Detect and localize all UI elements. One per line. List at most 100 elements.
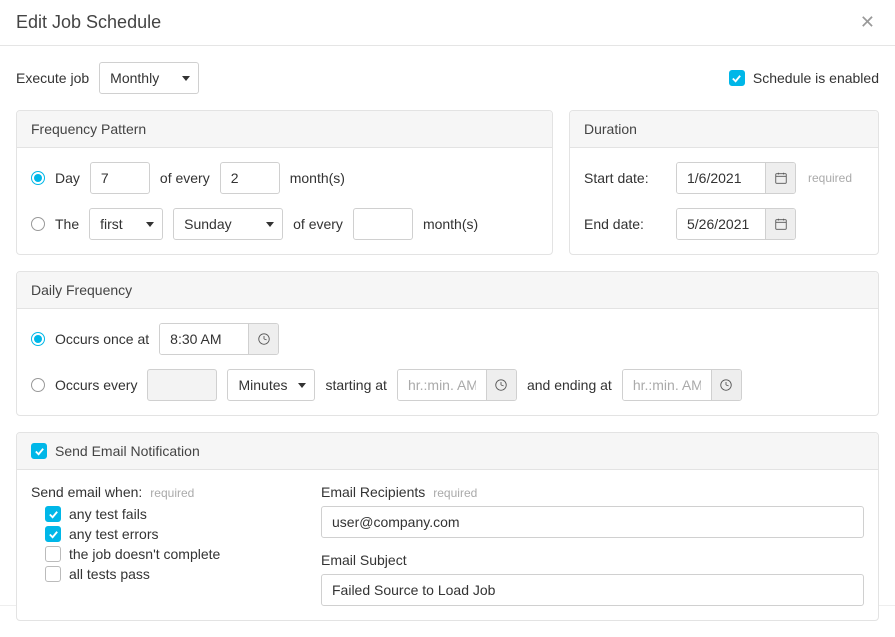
ending-at-input[interactable] [623, 370, 711, 400]
cond-incomplete-row[interactable]: the job doesn't complete [45, 546, 291, 562]
check-icon [48, 529, 59, 540]
dialog-header: Edit Job Schedule ✕ [0, 0, 895, 46]
cond-pass-row[interactable]: all tests pass [45, 566, 291, 582]
cond-pass-label: all tests pass [69, 566, 150, 582]
occurs-once-time-button[interactable] [248, 324, 278, 354]
months-suffix-1: month(s) [290, 170, 345, 186]
start-date-field[interactable] [676, 162, 796, 194]
calendar-icon [774, 217, 788, 231]
top-row: Execute job Monthly Schedule is enabled [16, 62, 879, 94]
daily-frequency-header: Daily Frequency [17, 272, 878, 309]
end-date-picker-button[interactable] [765, 209, 795, 239]
ending-at-button[interactable] [711, 370, 741, 400]
execute-job-select[interactable]: Monthly [99, 62, 199, 94]
end-date-field[interactable] [676, 208, 796, 240]
weekday-value: Sunday [184, 216, 231, 232]
execute-job-label: Execute job [16, 70, 89, 86]
email-fields: Email Recipients required Email Subject [321, 484, 864, 606]
frequency-every-months-input[interactable] [220, 162, 280, 194]
starting-at-button[interactable] [486, 370, 516, 400]
cond-fails-row[interactable]: any test fails [45, 506, 291, 522]
starting-at-field[interactable] [397, 369, 517, 401]
start-date-input[interactable] [677, 163, 765, 193]
subject-input[interactable] [321, 574, 864, 606]
occurs-every-unit-select[interactable]: Minutes [227, 369, 315, 401]
schedule-enabled-toggle[interactable]: Schedule is enabled [729, 70, 879, 86]
subject-label: Email Subject [321, 552, 407, 568]
starting-at-input[interactable] [398, 370, 486, 400]
recipients-label: Email Recipients [321, 484, 425, 500]
clock-icon [257, 332, 271, 346]
ending-at-field[interactable] [622, 369, 742, 401]
chevron-down-icon [182, 76, 190, 81]
frequency-pattern-header: Frequency Pattern [17, 111, 552, 148]
cond-errors-row[interactable]: any test errors [45, 526, 291, 542]
clock-icon [719, 378, 733, 392]
chevron-down-icon [266, 222, 274, 227]
close-icon: ✕ [860, 12, 875, 32]
send-email-when-label: Send email when: [31, 484, 142, 500]
cond-fails-checkbox[interactable] [45, 506, 61, 522]
email-conditions: Send email when: required any test fails [31, 484, 291, 606]
frequency-pattern-panel: Frequency Pattern Day of every month(s) … [16, 110, 553, 255]
execute-job-value: Monthly [110, 70, 159, 86]
frequency-day-radio[interactable] [31, 171, 45, 185]
ending-at-label: and ending at [527, 377, 612, 393]
frequency-the-label: The [55, 216, 79, 232]
duration-panel: Duration Start date: [569, 110, 879, 255]
check-icon [48, 509, 59, 520]
check-icon [34, 446, 45, 457]
frequency-the-every-input[interactable] [353, 208, 413, 240]
occurs-once-time-input[interactable] [160, 324, 248, 354]
cond-errors-checkbox[interactable] [45, 526, 61, 542]
cond-pass-checkbox[interactable] [45, 566, 61, 582]
occurs-every-label: Occurs every [55, 377, 137, 393]
chevron-down-icon [298, 383, 306, 388]
of-every-label-1: of every [160, 170, 210, 186]
frequency-duration-row: Frequency Pattern Day of every month(s) … [16, 110, 879, 255]
weekday-select[interactable]: Sunday [173, 208, 283, 240]
email-notification-title: Send Email Notification [55, 443, 200, 459]
start-date-label: Start date: [584, 170, 664, 186]
frequency-day-label: Day [55, 170, 80, 186]
occurs-once-label: Occurs once at [55, 331, 149, 347]
recipients-input[interactable] [321, 506, 864, 538]
occurs-every-value-input[interactable] [147, 369, 217, 401]
close-button[interactable]: ✕ [856, 12, 879, 33]
occurs-every-radio[interactable] [31, 378, 45, 392]
end-date-label: End date: [584, 216, 664, 232]
schedule-enabled-label: Schedule is enabled [753, 70, 879, 86]
check-icon [731, 73, 742, 84]
occurs-once-radio[interactable] [31, 332, 45, 346]
schedule-enabled-checkbox[interactable] [729, 70, 745, 86]
end-date-input[interactable] [677, 209, 765, 239]
start-date-required: required [808, 171, 852, 185]
cond-errors-label: any test errors [69, 526, 158, 542]
cond-incomplete-checkbox[interactable] [45, 546, 61, 562]
conditions-required: required [150, 486, 194, 500]
ordinal-value: first [100, 216, 123, 232]
occurs-every-unit-value: Minutes [238, 377, 287, 393]
cond-fails-label: any test fails [69, 506, 147, 522]
clock-icon [494, 378, 508, 392]
starting-at-label: starting at [325, 377, 386, 393]
start-date-picker-button[interactable] [765, 163, 795, 193]
recipients-required: required [433, 486, 477, 500]
cond-incomplete-label: the job doesn't complete [69, 546, 220, 562]
email-notification-header: Send Email Notification [17, 433, 878, 470]
send-email-checkbox[interactable] [31, 443, 47, 459]
edit-job-schedule-dialog: Edit Job Schedule ✕ Execute job Monthly … [0, 0, 895, 606]
daily-frequency-panel: Daily Frequency Occurs once at [16, 271, 879, 416]
dialog-title: Edit Job Schedule [16, 12, 161, 33]
ordinal-select[interactable]: first [89, 208, 163, 240]
frequency-the-radio[interactable] [31, 217, 45, 231]
calendar-icon [774, 171, 788, 185]
dialog-body: Execute job Monthly Schedule is enabled … [0, 46, 895, 637]
frequency-day-input[interactable] [90, 162, 150, 194]
occurs-once-time-field[interactable] [159, 323, 279, 355]
months-suffix-2: month(s) [423, 216, 478, 232]
of-every-label-2: of every [293, 216, 343, 232]
email-notification-panel: Send Email Notification Send email when:… [16, 432, 879, 621]
duration-header: Duration [570, 111, 878, 148]
chevron-down-icon [146, 222, 154, 227]
